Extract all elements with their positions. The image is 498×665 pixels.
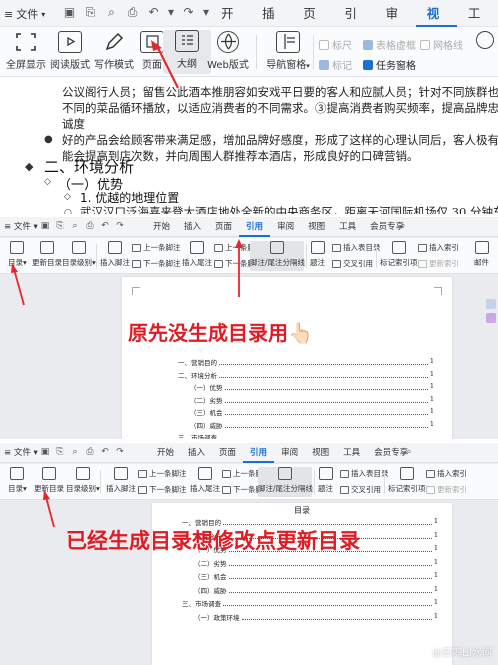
outline-diamond-icon[interactable]: ◇ <box>44 177 51 187</box>
screenshot-reference-tab-before: ≡ 文件 ▾ ▣ ⎘ ⌕ ⎙ ↶ ↷ 开始 插入 页面 引用 审阅 视图 工具 会员专享 ⌕ … <box>0 217 498 442</box>
screenshot-view-tab: ≡ 文件 ▾ ▣ ⎘ ⌕ ⎙ ↶ ▾ ↷ ▾ 开始插入页面引用审阅视图工具 全屏… <box>0 0 498 214</box>
doc-paragraph-line: 不同的菜品循环播放，以适应消费者的不同需求。③提高消费者购买频率，提高品牌忠 <box>62 101 498 115</box>
bullet-icon: ● <box>44 134 53 145</box>
screenshot-reference-tab-after: ≡ 文件 ▾ ▣ ⎘ ⌕ ⎙ ↶ ↷ 开始 插入 页面 引用 审阅 视图 工具 会员专享 ⌕ … <box>0 443 498 665</box>
red-arrow-annotation <box>11 239 243 306</box>
watermark: @石鸣山水间 <box>432 648 492 659</box>
outline-diamond-icon[interactable]: ◆ <box>25 160 33 173</box>
red-arrow-annotation <box>43 490 55 528</box>
doc-paragraph-line: 公议阁行人员；留售公此酒本推朋容如安戏平日要的客人和应腻人员；针对不同族群也会 <box>62 85 498 99</box>
outline-diamond-icon[interactable]: ◇ <box>64 192 71 202</box>
doc-paragraph-line: 武汉汉口泛海喜来登大酒店地处全新的中央商务区，距离天河国际机场仅 30 分钟车程… <box>80 205 498 214</box>
doc-paragraph-line: 好的产品会给顾客带来满足感，增加品牌好感度，形成了这样的心理认同后，客人极有可 <box>62 133 498 147</box>
doc-paragraph-line: 诚度 <box>62 117 85 131</box>
document-body: 公议阁行人员；留售公此酒本推朋容如安戏平日要的客人和应腻人员；针对不同族群也会 … <box>0 78 498 214</box>
